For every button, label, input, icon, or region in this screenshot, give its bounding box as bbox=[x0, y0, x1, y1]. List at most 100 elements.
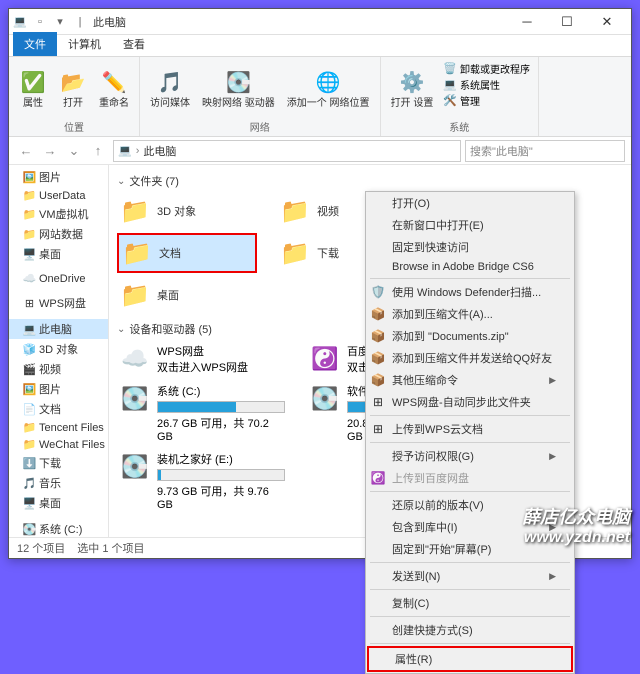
tree-item[interactable]: 📁Tencent Files bbox=[9, 419, 108, 436]
tree-item[interactable]: ⊞WPS网盘 bbox=[9, 293, 108, 313]
context-item[interactable]: ☯️上传到百度网盘 bbox=[366, 467, 574, 489]
tab-view[interactable]: 查看 bbox=[112, 32, 156, 56]
context-item-icon: ☯️ bbox=[370, 470, 386, 486]
context-item[interactable]: 在新窗口中打开(E) bbox=[366, 214, 574, 236]
context-item[interactable]: 📦其他压缩命令▶ bbox=[366, 369, 574, 391]
context-item[interactable]: 复制(C) bbox=[366, 592, 574, 614]
add-network-button[interactable]: 🌐添加一个 网络位置 bbox=[283, 59, 374, 118]
tree-item[interactable]: 📁UserData bbox=[9, 187, 108, 204]
nav-up-button[interactable]: ↑ bbox=[87, 140, 109, 162]
context-item[interactable]: 📦添加到 "Documents.zip" bbox=[366, 325, 574, 347]
qat-save-icon[interactable]: ▫ bbox=[33, 15, 47, 29]
context-item-label: 打开(O) bbox=[392, 195, 430, 211]
breadcrumb[interactable]: 💻 › 此电脑 bbox=[113, 140, 461, 162]
folder-item[interactable]: 📁文档 bbox=[117, 233, 257, 273]
nav-forward-button[interactable]: → bbox=[39, 140, 61, 162]
tree-item[interactable]: 📁VM虚拟机 bbox=[9, 204, 108, 224]
manage-icon: 🛠️ bbox=[443, 94, 457, 107]
tree-item[interactable]: 📁WeChat Files bbox=[9, 436, 108, 453]
open-button[interactable]: 📂打开 bbox=[55, 59, 91, 118]
tree-item[interactable]: 📁网站数据 bbox=[9, 224, 108, 244]
close-button[interactable]: ✕ bbox=[587, 9, 627, 35]
nav-recent-button[interactable]: ⌄ bbox=[63, 140, 85, 162]
tree-item-label: 3D 对象 bbox=[39, 341, 78, 357]
tree-item[interactable]: ⬇️下载 bbox=[9, 453, 108, 473]
search-input[interactable]: 搜索"此电脑" bbox=[465, 140, 625, 162]
tree-item[interactable]: ☁️OneDrive bbox=[9, 270, 108, 287]
properties-icon: ✅ bbox=[19, 68, 47, 96]
tree-item-icon: 💻 bbox=[23, 323, 36, 336]
context-item[interactable]: 📦添加到压缩文件并发送给QQ好友 bbox=[366, 347, 574, 369]
drive-item[interactable]: ☁️WPS网盘双击进入WPS网盘 bbox=[117, 341, 287, 377]
tree-item[interactable]: 🖼️图片 bbox=[9, 167, 108, 187]
context-item[interactable]: 属性(R) bbox=[367, 646, 573, 672]
tree-item[interactable]: 🖥️桌面 bbox=[9, 493, 108, 513]
context-item-label: 属性(R) bbox=[395, 651, 432, 667]
context-item[interactable]: 发送到(N)▶ bbox=[366, 565, 574, 587]
tree-item[interactable]: 🎬视频 bbox=[9, 359, 108, 379]
tree-item[interactable]: 🎵音乐 bbox=[9, 473, 108, 493]
mapdrive-icon: 💽 bbox=[224, 68, 252, 96]
tree-item[interactable]: 🧊3D 对象 bbox=[9, 339, 108, 359]
drive-bar bbox=[157, 401, 285, 413]
folder-item[interactable]: 📁桌面 bbox=[117, 277, 257, 313]
context-item[interactable]: 创建快捷方式(S) bbox=[366, 619, 574, 641]
tab-computer[interactable]: 计算机 bbox=[57, 32, 112, 56]
manage-button[interactable]: 🛠️管理 bbox=[443, 93, 530, 108]
context-item[interactable]: 包含到库中(I)▶ bbox=[366, 516, 574, 538]
context-item-icon: 🛡️ bbox=[370, 284, 386, 300]
context-item[interactable]: 固定到"开始"屏幕(P) bbox=[366, 538, 574, 560]
tree-item-icon: 📁 bbox=[23, 228, 36, 241]
context-item[interactable]: Browse in Adobe Bridge CS6 bbox=[366, 258, 574, 276]
open-settings-button[interactable]: ⚙️打开 设置 bbox=[387, 59, 438, 118]
context-item[interactable]: ⊞WPS网盘-自动同步此文件夹 bbox=[366, 391, 574, 413]
uninstall-button[interactable]: 🗑️卸载或更改程序 bbox=[443, 61, 530, 76]
tree-item-label: 此电脑 bbox=[39, 321, 72, 337]
rename-icon: ✏️ bbox=[100, 68, 128, 96]
folder-name: 桌面 bbox=[157, 287, 255, 303]
tree-item[interactable]: 📄文档 bbox=[9, 399, 108, 419]
sysprops-button[interactable]: 💻系统属性 bbox=[443, 77, 530, 92]
tab-file[interactable]: 文件 bbox=[13, 32, 57, 56]
submenu-arrow-icon: ▶ bbox=[549, 522, 556, 533]
tree-item-icon: 🖥️ bbox=[23, 248, 36, 261]
context-item[interactable]: ⊞上传到WPS云文档 bbox=[366, 418, 574, 440]
maximize-button[interactable]: ☐ bbox=[547, 9, 587, 35]
tree-item[interactable]: 🖥️桌面 bbox=[9, 244, 108, 264]
context-item[interactable]: 📦添加到压缩文件(A)... bbox=[366, 303, 574, 325]
tree-item-label: 系统 (C:) bbox=[39, 521, 82, 537]
tree-item-label: VM虚拟机 bbox=[39, 206, 89, 222]
access-media-button[interactable]: 🎵访问媒体 bbox=[146, 59, 194, 118]
drive-item[interactable]: 💽系统 (C:)26.7 GB 可用，共 70.2 GB bbox=[117, 381, 287, 445]
folder-item[interactable]: 📁3D 对象 bbox=[117, 193, 257, 229]
properties-button[interactable]: ✅属性 bbox=[15, 59, 51, 118]
context-item-icon: 📦 bbox=[370, 328, 386, 344]
section-folders[interactable]: 文件夹 (7) bbox=[117, 173, 623, 189]
map-drive-button[interactable]: 💽映射网络 驱动器 bbox=[198, 59, 279, 118]
qat-undo-icon[interactable]: ▾ bbox=[53, 15, 67, 29]
context-item[interactable]: 🛡️使用 Windows Defender扫描... bbox=[366, 281, 574, 303]
tree-item[interactable]: 💽系统 (C:) bbox=[9, 519, 108, 537]
context-item[interactable]: 授予访问权限(G)▶ bbox=[366, 445, 574, 467]
folder-name: 3D 对象 bbox=[157, 203, 255, 219]
context-item[interactable]: 还原以前的版本(V) bbox=[366, 494, 574, 516]
rename-button[interactable]: ✏️重命名 bbox=[95, 59, 133, 118]
tree-item[interactable]: 💻此电脑 bbox=[9, 319, 108, 339]
submenu-arrow-icon: ▶ bbox=[549, 375, 556, 386]
drive-name: 装机之家好 (E:) bbox=[157, 451, 285, 467]
drive-item[interactable]: 💽装机之家好 (E:)9.73 GB 可用，共 9.76 GB bbox=[117, 449, 287, 513]
context-item-label: 添加到压缩文件(A)... bbox=[392, 306, 493, 322]
breadcrumb-label: 此电脑 bbox=[143, 143, 176, 159]
context-item[interactable]: 打开(O) bbox=[366, 192, 574, 214]
tree-item[interactable]: 🖼️图片 bbox=[9, 379, 108, 399]
tree-item-icon: ⬇️ bbox=[23, 457, 36, 470]
context-item-label: 还原以前的版本(V) bbox=[392, 497, 484, 513]
context-item-label: WPS网盘-自动同步此文件夹 bbox=[392, 394, 531, 410]
minimize-button[interactable]: ─ bbox=[507, 9, 547, 35]
ribbon: ✅属性 📂打开 ✏️重命名 位置 🎵访问媒体 💽映射网络 驱动器 🌐添加一个 网… bbox=[9, 57, 631, 137]
tree-item-icon: 🖥️ bbox=[23, 497, 36, 510]
drive-sub: 双击进入WPS网盘 bbox=[157, 359, 285, 375]
context-item[interactable]: 固定到快速访问 bbox=[366, 236, 574, 258]
nav-back-button[interactable]: ← bbox=[15, 140, 37, 162]
drive-sub: 9.73 GB 可用，共 9.76 GB bbox=[157, 483, 285, 511]
